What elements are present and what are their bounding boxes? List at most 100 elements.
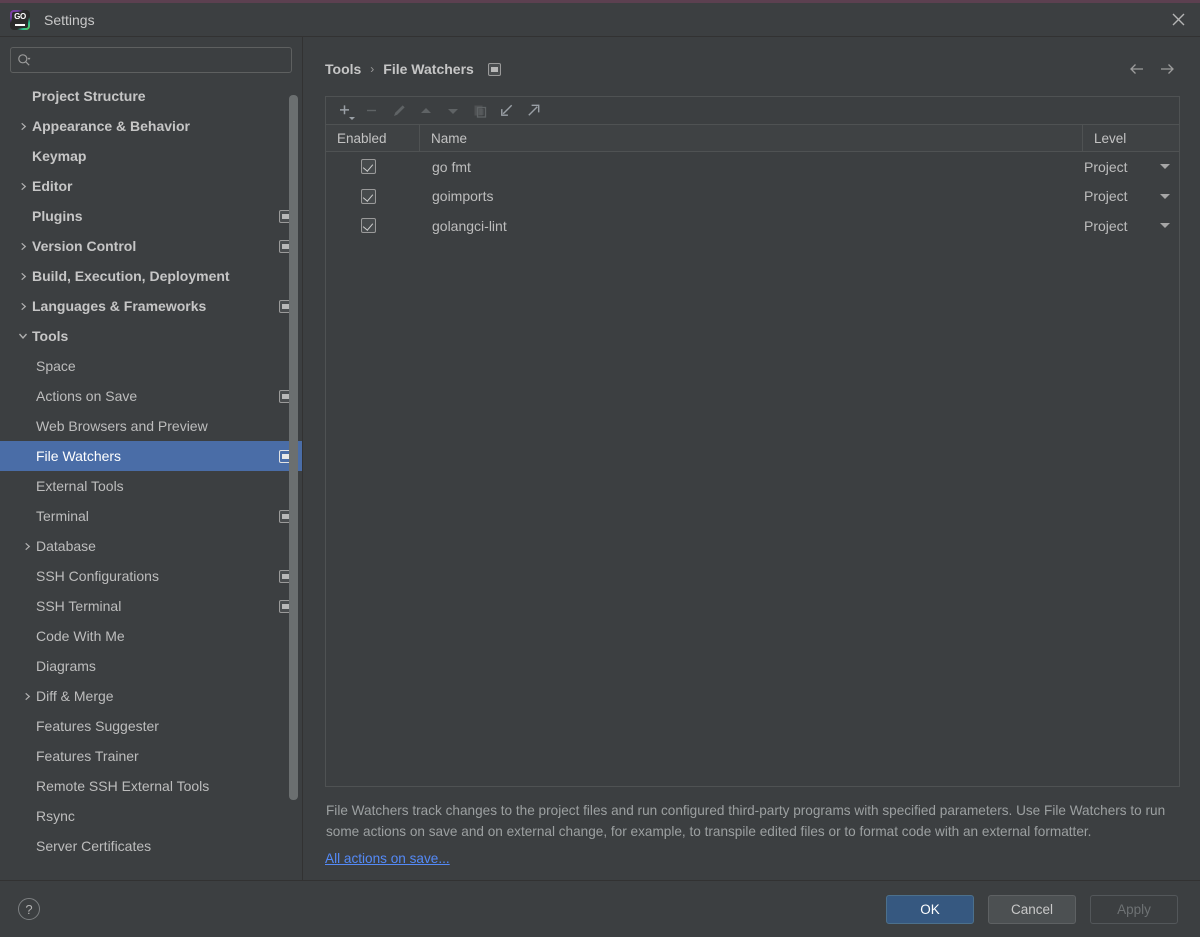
sidebar-item-space[interactable]: Space [0,351,302,381]
close-icon[interactable] [1156,3,1200,36]
export-arrow-icon[interactable] [520,98,547,124]
sidebar-item-tools[interactable]: Tools [0,321,302,351]
level-cell[interactable]: Project [1083,182,1179,212]
table-row[interactable]: goimports Project [326,182,1179,212]
sidebar-item-label: Tools [32,328,69,344]
table-row[interactable]: golangci-lint Project [326,211,1179,241]
search-icon [17,53,32,68]
enabled-cell [326,211,420,241]
sidebar-item-keymap[interactable]: Keymap [0,141,302,171]
sidebar-item-features-trainer[interactable]: Features Trainer [0,741,302,771]
breadcrumb-separator: › [370,62,375,76]
ok-button[interactable]: OK [886,894,974,924]
sidebar-item-label: Keymap [32,148,87,164]
arrow-up-icon[interactable] [412,98,439,124]
enabled-cell [326,152,420,182]
watcher-name: golangci-lint [432,217,507,234]
column-header-name[interactable]: Name [420,125,1083,151]
search-container [0,37,302,79]
sidebar-item-build-execution-deployment[interactable]: Build, Execution, Deployment [0,261,302,291]
sidebar-item-appearance-behavior[interactable]: Appearance & Behavior [0,111,302,141]
dialog-body: Project Structure Appearance & Behavior Ke… [0,37,1200,880]
chevron-right-icon[interactable] [14,182,32,191]
chevron-down-icon[interactable] [14,331,32,341]
chevron-down-icon[interactable] [1160,223,1170,229]
sidebar-item-features-suggester[interactable]: Features Suggester [0,711,302,741]
sidebar-item-label: Editor [32,178,73,194]
table-header-row: Enabled Name Level [326,125,1179,152]
breadcrumb-item-tools[interactable]: Tools [325,61,361,77]
sidebar-item-server-certificates[interactable]: Server Certificates [0,831,302,861]
column-header-enabled[interactable]: Enabled [326,125,420,151]
sidebar-item-label: Appearance & Behavior [32,118,190,134]
arrow-left-icon[interactable] [1124,57,1150,81]
sidebar-item-plugins[interactable]: Plugins [0,201,302,231]
sidebar-item-project-structure[interactable]: Project Structure [0,81,302,111]
pencil-icon[interactable] [385,98,412,124]
sidebar-item-label: Space [36,358,76,374]
sidebar-item-label: Rsync [36,808,75,824]
sidebar-item-label: Terminal [36,508,89,524]
import-arrow-icon[interactable] [493,98,520,124]
remove-button[interactable] [358,98,385,124]
column-header-level[interactable]: Level [1083,125,1179,151]
sidebar-item-rsync[interactable]: Rsync [0,801,302,831]
cancel-button[interactable]: Cancel [988,894,1076,924]
chevron-down-icon[interactable] [1160,164,1170,170]
sidebar-item-version-control[interactable]: Version Control [0,231,302,261]
copy-icon[interactable] [466,98,493,124]
sidebar-item-ssh-terminal[interactable]: SSH Terminal [0,591,302,621]
sidebar-item-label: Database [36,538,96,554]
arrow-down-icon[interactable] [439,98,466,124]
sidebar-item-label: SSH Configurations [36,568,159,584]
chevron-right-icon[interactable] [14,242,32,251]
description-text: File Watchers track changes to the proje… [326,803,1166,839]
level-cell[interactable]: Project [1083,152,1179,182]
enabled-checkbox[interactable] [360,159,376,175]
chevron-right-icon[interactable] [18,692,36,701]
level-value: Project [1084,217,1128,234]
sidebar-item-editor[interactable]: Editor [0,171,302,201]
sidebar-scrollbar-track[interactable] [289,79,298,880]
sidebar-item-label: Features Suggester [36,718,159,734]
all-actions-on-save-link[interactable]: All actions on save... [325,851,1180,866]
sidebar-item-ssh-configurations[interactable]: SSH Configurations [0,561,302,591]
table-row[interactable]: go fmt Project [326,152,1179,182]
help-icon[interactable]: ? [18,898,40,920]
sidebar-item-actions-on-save[interactable]: Actions on Save [0,381,302,411]
search-input[interactable] [32,48,285,72]
sidebar-scrollbar-thumb[interactable] [289,95,298,800]
sidebar-item-file-watchers[interactable]: File Watchers [0,441,302,471]
sidebar-item-label: Diff & Merge [36,688,114,704]
sidebar-item-label: Version Control [32,238,137,254]
search-box[interactable] [10,47,292,73]
sidebar-item-terminal[interactable]: Terminal [0,501,302,531]
sidebar-item-remote-ssh-external-tools[interactable]: Remote SSH External Tools [0,771,302,801]
chevron-down-icon[interactable] [1160,193,1170,199]
arrow-right-icon[interactable] [1154,57,1180,81]
enabled-checkbox[interactable] [360,188,376,204]
add-button[interactable] [331,98,358,124]
sidebar-item-label: File Watchers [36,448,122,464]
chevron-right-icon[interactable] [14,302,32,311]
apply-button: Apply [1090,894,1178,924]
sidebar-item-label: Features Trainer [36,748,139,764]
sidebar-item-label: Plugins [32,208,83,224]
level-cell[interactable]: Project [1083,211,1179,241]
chevron-right-icon[interactable] [14,122,32,131]
chevron-right-icon[interactable] [14,272,32,281]
sidebar-item-label: SSH Terminal [36,598,122,614]
sidebar-item-diagrams[interactable]: Diagrams [0,651,302,681]
sidebar-item-languages-frameworks[interactable]: Languages & Frameworks [0,291,302,321]
dialog-footer: ? OK Cancel Apply [0,880,1200,937]
sidebar-item-external-tools[interactable]: External Tools [0,471,302,501]
enabled-checkbox[interactable] [360,218,376,234]
settings-dialog: GO Settings Project Structure Appearance… [0,0,1200,937]
level-value: Project [1084,158,1128,175]
sidebar-item-web-browsers-and-preview[interactable]: Web Browsers and Preview [0,411,302,441]
chevron-right-icon[interactable] [18,542,36,551]
sidebar-item-diff-merge[interactable]: Diff & Merge [0,681,302,711]
sidebar-item-label: Project Structure [32,88,146,104]
sidebar-item-database[interactable]: Database [0,531,302,561]
sidebar-item-code-with-me[interactable]: Code With Me [0,621,302,651]
